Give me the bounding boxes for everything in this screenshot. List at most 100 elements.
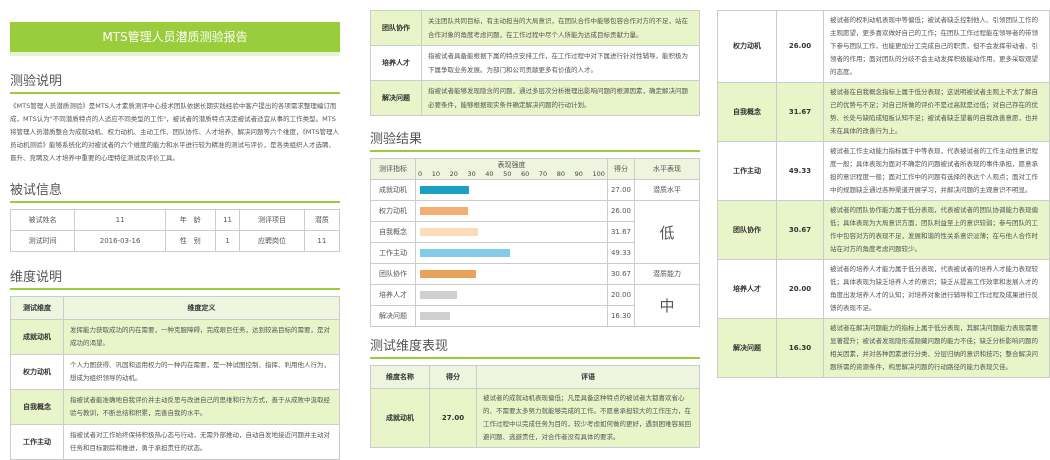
bar bbox=[420, 228, 478, 236]
eval-table-2: 权力动机 26.00 被试者的权利动机表现中等偏低；被试者缺乏控制他人、引领团队… bbox=[717, 10, 1050, 378]
table-row: 解决问题 指被试者能够发现隐含的问题，通过多层次分析推理出影响问题的根源因素，确… bbox=[370, 80, 700, 116]
report-title: MTS管理人员潜质测验报告 bbox=[10, 22, 340, 56]
result-bar-cell bbox=[415, 200, 608, 222]
intro-heading: 测验说明 bbox=[10, 70, 340, 94]
eval-score: 30.67 bbox=[776, 200, 824, 260]
dim-def: 指被试者对工作始终保持积极热心态与行动，无需外部推动，自动自发地接近问题并主动对… bbox=[63, 424, 340, 460]
bar bbox=[420, 186, 470, 194]
eval-name: 成就动机 bbox=[370, 388, 430, 448]
intro-text: 《MTS管理人员潜质测验》是MTS人才素质测评中心技术团队依据长期实践经验中客户… bbox=[10, 102, 339, 162]
result-indicator: 培养人才 bbox=[370, 284, 416, 306]
dimension-table: 测试维度 维度定义 成就动机 发挥能力获取成功的内在需要，一种克服障碍，完成艰巨… bbox=[10, 296, 340, 460]
info-time-label: 测试时间 bbox=[9, 230, 76, 252]
result-row: 培养人才 20.00 中 bbox=[370, 284, 700, 327]
axis-tick-label: 0 bbox=[418, 170, 423, 178]
eval-comment: 被试者在自我概念指标上属于低分表现；这说明被试者主观上不太了解自己的优势与不足；… bbox=[823, 82, 1050, 142]
info-position-label: 应聘岗位 bbox=[239, 230, 305, 252]
axis-tick-label: 100 bbox=[592, 170, 605, 178]
bar bbox=[420, 207, 468, 215]
table-row: 团队协作 关注团队共同目标，有主动担当的大局意识，在团队合作中能够包容合作对方的… bbox=[370, 10, 700, 46]
result-score: 16.30 bbox=[607, 305, 635, 327]
dim-name: 团队协作 bbox=[370, 10, 422, 46]
result-score: 49.33 bbox=[607, 242, 635, 264]
bar bbox=[420, 312, 450, 320]
eval-name: 培养人才 bbox=[717, 259, 777, 319]
result-row: 团队协作 30.67 潜质能力 bbox=[370, 263, 700, 285]
dim-def: 指被试者能够发现隐含的问题，通过多层次分析推理出影响问题的根源因素，确定解决问题… bbox=[421, 80, 700, 116]
eval-comment: 被试者在解决问题能力的指标上属于低分表现，其解决问题能力表现需要显著提升；被试者… bbox=[823, 318, 1050, 378]
dim-col-def: 维度定义 bbox=[63, 296, 340, 320]
dim-def: 个人力图获得、巩固和运用权力的一种内在需要，是一种试图控制、指挥、利用他人行为，… bbox=[63, 354, 340, 390]
right-column: 权力动机 26.00 被试者的权利动机表现中等偏低；被试者缺乏控制他人、引领团队… bbox=[717, 0, 1050, 378]
info-item: 潜质 bbox=[303, 209, 341, 231]
bar bbox=[420, 270, 477, 278]
info-gender: 1 bbox=[214, 230, 241, 252]
axis-tick-label: 30 bbox=[467, 170, 476, 178]
eval-name: 团队协作 bbox=[717, 200, 777, 260]
info-item-label: 测评项目 bbox=[239, 209, 305, 231]
result-indicator: 团队协作 bbox=[370, 263, 416, 285]
eval-comment: 被试者的权利动机表现中等偏低；被试者缺乏控制他人、引领团队工作的主观愿望，更多喜… bbox=[823, 10, 1050, 83]
axis-tick-label: 40 bbox=[485, 170, 494, 178]
eval-table-1: 维度名称 得分 评语 成就动机 27.00 被试者的成就动机表现偏低；凡是具备这… bbox=[370, 365, 700, 448]
level-label: 潜质水平 bbox=[634, 179, 700, 201]
eval-name: 解决问题 bbox=[717, 318, 777, 378]
table-row: 权力动机 26.00 被试者的权利动机表现中等偏低；被试者缺乏控制他人、引领团队… bbox=[717, 10, 1050, 83]
eval-score: 26.00 bbox=[776, 10, 824, 83]
result-indicator: 权力动机 bbox=[370, 200, 416, 222]
info-age: 11 bbox=[214, 209, 241, 231]
eval-comment: 被试者的成就动机表现偏低；凡是具备这种特点的被试者大都喜欢省心的、不需要太多努力… bbox=[476, 388, 700, 448]
table-row: 成就动机 27.00 被试者的成就动机表现偏低；凡是具备这种特点的被试者大都喜欢… bbox=[370, 388, 700, 448]
axis-tick-label: 80 bbox=[556, 170, 566, 178]
result-table: 测评指标 表现强度 0 10 20 30 40 50 60 70 80 90 100 得分 水平表现… bbox=[370, 158, 700, 327]
dim-name: 培养人才 bbox=[370, 45, 422, 81]
result-bar-cell bbox=[415, 179, 608, 201]
dim-def: 发挥能力获取成功的内在需要，一种克服障碍，完成艰巨任务，达到较高目标的需要，是对… bbox=[63, 319, 340, 355]
eval-comment: 被试者的培养人才能力属于低分表现，代表被试者的培养人才能力表现较低；具体表现为缺… bbox=[823, 259, 1050, 319]
info-position: 11 bbox=[303, 230, 341, 252]
axis-tick-label: 70 bbox=[538, 170, 548, 178]
bar bbox=[420, 249, 511, 257]
eval-col-score: 得分 bbox=[429, 365, 477, 389]
result-bar-cell bbox=[415, 242, 608, 264]
eval-score: 27.00 bbox=[429, 388, 477, 448]
table-row: 工作主动 指被试者对工作始终保持积极热心态与行动，无需外部推动，自动自发地接近问… bbox=[10, 424, 340, 460]
res-strength-label: 表现强度 bbox=[497, 161, 526, 169]
axis-tick-label: 20 bbox=[449, 170, 458, 178]
result-bar-cell bbox=[415, 221, 608, 243]
eval-score: 49.33 bbox=[776, 141, 824, 201]
result-indicator: 工作主动 bbox=[370, 242, 416, 264]
dim-def: 指被试者具备能根据下属的特点安排工作，在工作过程中对下属进行针对性辅导，能积极为… bbox=[421, 45, 700, 81]
level-value: 中 bbox=[634, 284, 700, 327]
bar bbox=[420, 291, 457, 299]
eval-score: 31.67 bbox=[776, 82, 824, 142]
table-row: 工作主动 49.33 被试者工作主动能力指标属于中等表现，代表被试者的工作主动性… bbox=[717, 141, 1050, 201]
dim-name: 工作主动 bbox=[10, 424, 64, 460]
dim-def: 关注团队共同目标，有主动担当的大局意识，在团队合作中能够包容合作对方的不足，站在… bbox=[421, 10, 700, 46]
axis-tick-label: 60 bbox=[521, 170, 530, 178]
result-row: 成就动机 27.00 潜质水平 bbox=[370, 179, 700, 201]
table-row: 培养人才 20.00 被试者的培养人才能力属于低分表现，代表被试者的培养人才能力… bbox=[717, 259, 1050, 319]
result-score: 20.00 bbox=[607, 284, 635, 306]
eval-col-name: 维度名称 bbox=[370, 365, 430, 389]
dim-def: 指被试者能准确地自我评价并主动反思与改进自己的思维和行为方式，善于从成败中汲取经… bbox=[63, 389, 340, 425]
result-score: 30.67 bbox=[607, 263, 635, 285]
eval-comment: 被试者的团队协作能力属于低分表现，代表被试者的团队协调能力表现偏低；具体表现为大… bbox=[823, 200, 1050, 260]
info-time: 2016-03-16 bbox=[74, 230, 166, 252]
axis-tick-label: 90 bbox=[574, 170, 583, 178]
dim-name: 解决问题 bbox=[370, 80, 422, 116]
result-bar-cell bbox=[415, 305, 608, 327]
info-heading: 被试信息 bbox=[10, 179, 340, 203]
dim-name: 权力动机 bbox=[10, 354, 64, 390]
dim-name: 成就动机 bbox=[10, 319, 64, 355]
result-row: 权力动机 26.00 低 bbox=[370, 200, 700, 264]
eval-score: 20.00 bbox=[776, 259, 824, 319]
eval-name: 自我概念 bbox=[717, 82, 777, 142]
eval-name: 权力动机 bbox=[717, 10, 777, 83]
result-score: 27.00 bbox=[607, 179, 635, 201]
info-age-label: 年 龄 bbox=[164, 209, 216, 231]
eval-score: 16.30 bbox=[776, 318, 824, 378]
middle-column: 团队协作 关注团队共同目标，有主动担当的大局意识，在团队合作中能够包容合作对方的… bbox=[370, 0, 700, 448]
result-indicator: 解决问题 bbox=[370, 305, 416, 327]
table-row: 培养人才 指被试者具备能根据下属的特点安排工作，在工作过程中对下属进行针对性辅导… bbox=[370, 45, 700, 81]
